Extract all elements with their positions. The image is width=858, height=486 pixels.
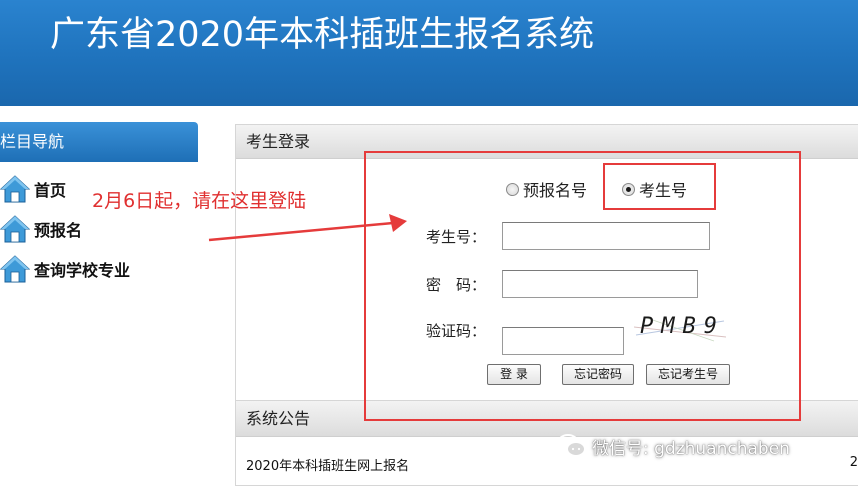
radio-label: 考生号 — [639, 181, 688, 200]
sidebar: 栏目导航 首页 预报名 查询学校专业 — [0, 122, 214, 486]
radio-exam-no[interactable]: 考生号 — [622, 179, 688, 200]
sidebar-item-label: 查询学校专业 — [34, 261, 131, 280]
annotation-arrow-icon — [208, 214, 407, 242]
home-icon — [0, 175, 30, 203]
captcha-image[interactable]: PMB9 — [634, 313, 726, 343]
annotation-text: 2月6日起，请在这里登陆 — [92, 190, 307, 212]
wechat-watermark: 微信号: gdzhuanchaben — [556, 430, 790, 462]
captcha-text: PMB9 — [640, 314, 725, 339]
forgot-exam-no-button[interactable]: 忘记考生号 — [646, 364, 730, 385]
captcha-input[interactable] — [502, 327, 624, 355]
site-title: 广东省2020年本科插班生报名系统 — [50, 15, 595, 55]
radio-pre-registration-no[interactable]: 预报名号 — [506, 179, 588, 200]
forgot-password-button[interactable]: 忘记密码 — [562, 364, 634, 385]
radio-label: 预报名号 — [523, 181, 588, 200]
home-icon — [0, 255, 30, 283]
watermark-text: 微信号: gdzhuanchaben — [592, 438, 790, 459]
sidebar-header: 栏目导航 — [0, 122, 198, 162]
radio-button-selected[interactable] — [622, 182, 635, 196]
radio-button[interactable] — [506, 182, 519, 196]
sidebar-item-query-majors[interactable]: 查询学校专业 — [0, 252, 210, 286]
sidebar-item-label: 预报名 — [34, 221, 83, 240]
captcha-label: 验证码： — [426, 322, 487, 340]
exam-no-input[interactable] — [502, 222, 710, 250]
sidebar-item-pre-registration[interactable]: 预报名 — [0, 212, 210, 246]
wechat-icon — [557, 434, 586, 457]
password-input[interactable] — [502, 270, 698, 298]
exam-no-label: 考生号： — [426, 228, 487, 246]
login-panel-header: 考生登录 — [236, 125, 858, 159]
sidebar-item-label: 首页 — [34, 181, 67, 200]
password-label: 密 码： — [426, 276, 487, 294]
header-banner: 广东省2020年本科插班生报名系统 — [0, 0, 858, 106]
notice-item-link[interactable]: 2020年本科插班生网上报名 — [246, 455, 409, 474]
home-icon — [0, 215, 30, 243]
notice-item-date: 2 — [849, 455, 858, 470]
login-panel: 考生登录 — [235, 124, 858, 404]
login-button[interactable]: 登 录 — [487, 364, 541, 385]
